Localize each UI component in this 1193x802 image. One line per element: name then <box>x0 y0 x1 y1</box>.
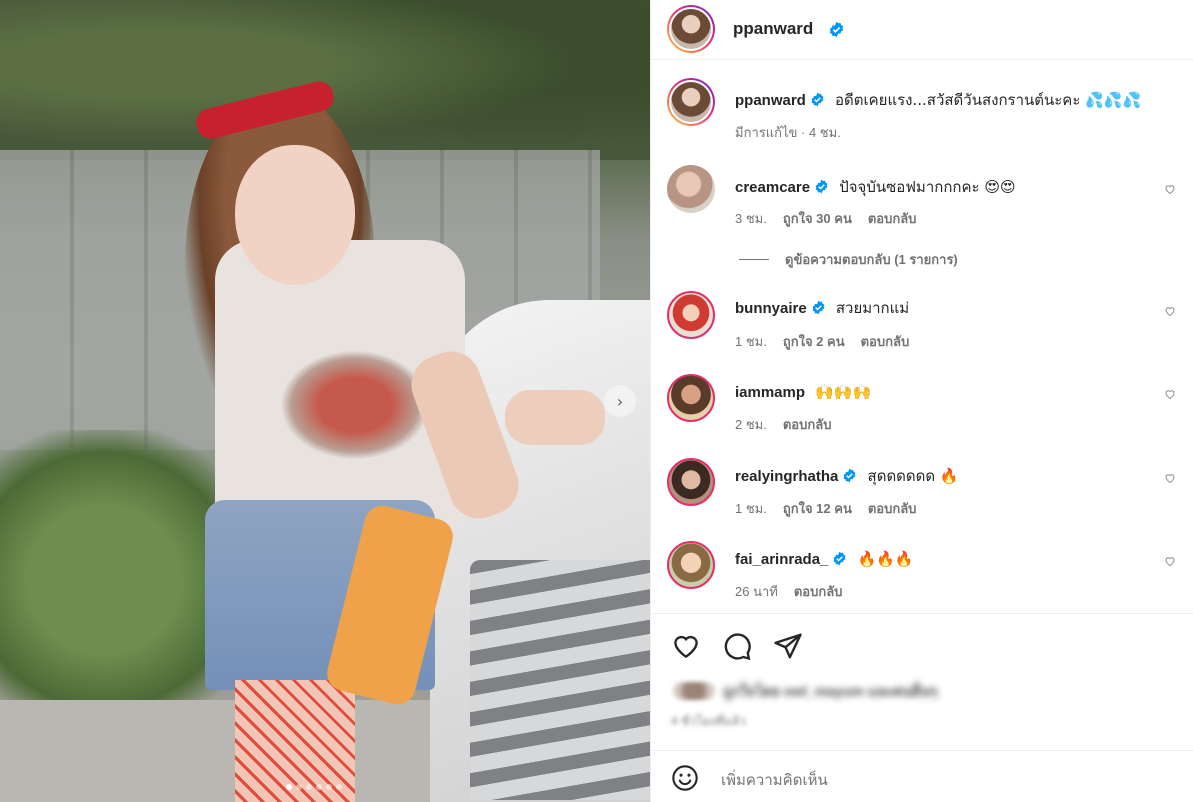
heart-icon[interactable] <box>671 631 701 661</box>
carousel-dots <box>286 784 342 790</box>
commenter-avatar[interactable] <box>667 458 715 506</box>
carousel-next-button[interactable]: › <box>604 385 636 417</box>
comment-likes[interactable]: ถูกใจ 12 คน <box>783 498 852 519</box>
post-side-panel: ppanward ppanward อดีตเคยแรง...สวัสดีวัน… <box>650 0 1193 802</box>
carousel-dot <box>286 784 292 790</box>
heart-icon[interactable] <box>1164 472 1176 484</box>
add-comment-bar: เพิ่มความคิดเห็น <box>651 750 1193 802</box>
comment-text: สวยมากแม่ <box>835 300 910 317</box>
caption-text: อดีตเคยแรง...สวัสดีวันสงกรานต์นะคะ 💦💦💦 <box>835 91 1142 109</box>
comment-time[interactable]: 2 ชม. <box>735 414 767 435</box>
post-header: ppanward <box>651 0 1193 60</box>
commenter-username[interactable]: bunnyaire <box>735 300 807 317</box>
comment-text: 🔥🔥🔥 <box>857 550 914 568</box>
comment-time[interactable]: 26 นาที <box>735 581 778 602</box>
caption-meta: มีการแก้ไข · 4 ชม. <box>735 125 841 140</box>
carousel-dot <box>306 784 312 790</box>
share-icon[interactable] <box>773 631 803 661</box>
photo-hand <box>505 390 605 445</box>
commenter-avatar[interactable] <box>667 291 715 339</box>
heart-icon[interactable] <box>1164 388 1176 400</box>
heart-icon[interactable] <box>1164 183 1176 195</box>
likes-summary[interactable]: ถูกใจโดย owl_mayum และคนอื่นๆ <box>723 681 937 703</box>
carousel-dot <box>326 784 332 790</box>
posted-time[interactable]: 4 ชั่วโมงที่แล้ว <box>671 712 746 731</box>
comment-text: สุดดดดดด 🔥 <box>867 467 959 485</box>
commenter-username[interactable]: fai_arinrada_ <box>735 551 828 568</box>
verified-badge-icon <box>811 92 824 107</box>
photo-car-grille <box>470 560 650 800</box>
post-image[interactable]: › <box>0 0 650 802</box>
commenter-avatar[interactable] <box>667 541 715 589</box>
view-replies-label: ดูข้อความตอบกลับ (1 รายการ) <box>785 252 958 267</box>
commenter-avatar[interactable] <box>667 374 715 422</box>
verified-badge-icon <box>812 300 825 315</box>
photo-shirt-print <box>280 350 430 460</box>
chevron-right-icon: › <box>616 391 624 411</box>
comment-likes[interactable]: ถูกใจ 30 คน <box>783 208 852 229</box>
add-comment-input[interactable]: เพิ่มความคิดเห็น <box>721 768 828 792</box>
verified-badge-icon <box>834 551 846 566</box>
caption-username[interactable]: ppanward <box>735 92 806 109</box>
commenter-username[interactable]: creamcare <box>735 179 810 196</box>
commenter-username[interactable]: realyingrhatha <box>735 468 838 485</box>
reply-button[interactable]: ตอบกลับ <box>868 498 917 519</box>
verified-badge-icon <box>844 468 856 483</box>
reply-button[interactable]: ตอบกลับ <box>861 331 910 352</box>
carousel-dot <box>316 784 322 790</box>
reply-button[interactable]: ตอบกลับ <box>868 208 917 229</box>
emoji-icon[interactable] <box>671 764 699 792</box>
reply-button[interactable]: ตอบกลับ <box>783 414 832 435</box>
comment-icon[interactable] <box>722 631 752 661</box>
verified-badge-icon <box>815 179 828 194</box>
comment-time[interactable]: 3 ชม. <box>735 208 767 229</box>
verified-badge-icon <box>829 21 844 38</box>
carousel-dot <box>336 784 342 790</box>
commenter-username[interactable]: iammamp <box>735 384 805 401</box>
comment-time[interactable]: 1 ชม. <box>735 498 767 519</box>
photo-face <box>235 145 355 285</box>
comment-likes[interactable]: ถูกใจ 2 คน <box>783 331 845 352</box>
author-avatar[interactable] <box>667 5 715 53</box>
author-username[interactable]: ppanward <box>733 19 813 39</box>
view-replies-button[interactable]: ดูข้อความตอบกลับ (1 รายการ) <box>739 249 958 270</box>
carousel-dot <box>296 784 302 790</box>
heart-icon[interactable] <box>1164 305 1176 317</box>
comments-list: ppanward อดีตเคยแรง...สวัสดีวันสงกรานต์น… <box>651 61 1193 613</box>
caption-avatar[interactable] <box>667 78 715 126</box>
replies-divider <box>739 259 769 260</box>
comment-text: ปัจจุบันซอฟมากกกคะ 😍😍 <box>839 178 1016 196</box>
commenter-avatar[interactable] <box>667 165 715 213</box>
comment-text: 🙌🙌🙌 <box>815 383 872 401</box>
heart-icon[interactable] <box>1164 555 1176 567</box>
reply-button[interactable]: ตอบกลับ <box>794 581 843 602</box>
post-actions: ถูกใจโดย owl_mayum และคนอื่นๆ 4 ชั่วโมงท… <box>651 613 1193 750</box>
liker-avatars <box>673 682 715 700</box>
comment-time[interactable]: 1 ชม. <box>735 331 767 352</box>
